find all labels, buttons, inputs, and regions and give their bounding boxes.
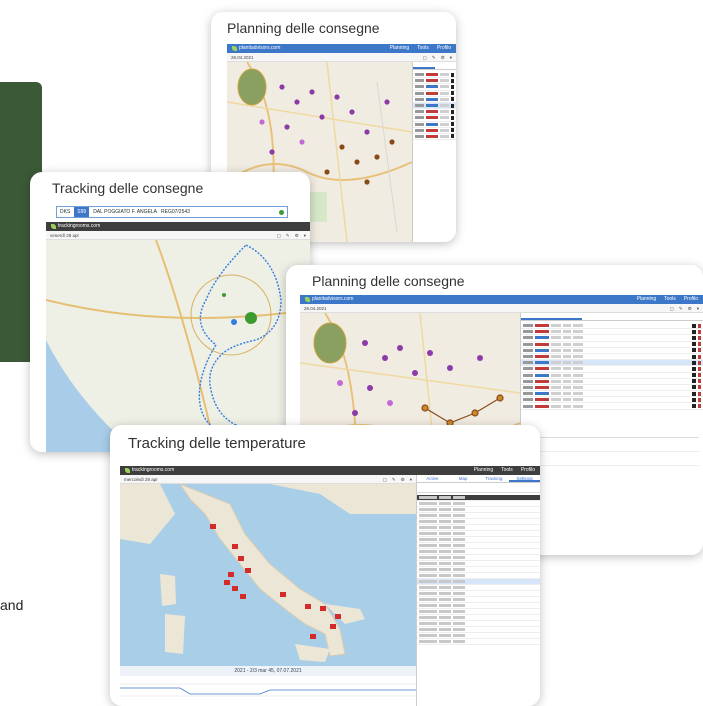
sensor-row[interactable] [417, 639, 540, 645]
menu-item[interactable]: Planning [637, 295, 656, 304]
map-toolbar: mercoledì 28 apr ▢ ✎ ⚙ ▾ [120, 475, 416, 484]
map-toolbar: 26.04.2021 ▢ ✎ ⚙ ▾ [300, 304, 703, 313]
tracking-temperature-card[interactable]: Tracking delle temperature trackingrooms… [110, 425, 540, 706]
status-dot-icon [279, 209, 284, 215]
app-name: planitadvisors.com [312, 296, 354, 302]
route-map[interactable] [46, 240, 310, 452]
tab[interactable]: Tracking [479, 475, 510, 482]
app-header: trackingrooms.com [46, 222, 310, 231]
tab[interactable]: Map [448, 475, 479, 482]
footer-date: 2021 - 2/3 mar 45, 07.07.2021 [234, 668, 302, 674]
app-menu: Planning Tools Profilo [390, 44, 451, 53]
leaf-logo-icon [232, 46, 237, 51]
card-title: Planning delle consegne [312, 273, 465, 289]
order-list [521, 321, 703, 410]
search-chip: DAL POGGIATO F. ANGELA [93, 209, 158, 215]
order-list [413, 70, 456, 141]
menu-item[interactable]: Tools [501, 466, 513, 475]
map-tools[interactable]: ▢ ✎ ⚙ ▾ [383, 475, 412, 483]
order-row[interactable] [413, 134, 456, 141]
app-menu: Planning Tools Profilo [474, 466, 535, 475]
menu-item[interactable]: Profilo [521, 466, 535, 475]
menu-item[interactable]: Planning [390, 44, 409, 53]
temperature-chart [120, 676, 416, 706]
card-title: Tracking delle temperature [128, 435, 306, 452]
app-header: trackingrooms.com Planning Tools Profilo [120, 466, 540, 475]
app-menu: Planning Tools Profilo [637, 295, 698, 304]
app-name: trackingrooms.com [58, 223, 101, 229]
sidebar-tabs[interactable] [413, 62, 456, 70]
search-chip-active: S99 [74, 207, 90, 217]
leaf-logo-icon [125, 468, 130, 473]
menu-item[interactable]: Tools [417, 44, 429, 53]
menu-item[interactable]: Tools [664, 295, 676, 304]
search-chip: DKS [60, 209, 71, 215]
sensor-sidebar[interactable]: Active Map Tracking Settings [416, 475, 540, 706]
sensor-list [417, 493, 540, 645]
menu-item[interactable]: Profilo [437, 44, 451, 53]
map-toolbar: 26.04.2021 ▢ ✎ ⚙ ▾ [227, 53, 456, 62]
app-name: trackingrooms.com [132, 467, 175, 473]
area-marker [245, 312, 257, 324]
route-map-drawing [46, 240, 310, 452]
search-chip: REG07/2543 [161, 209, 190, 215]
map-tools[interactable]: ▢ ✎ ⚙ ▾ [277, 231, 306, 239]
tracking-deliveries-card[interactable]: Tracking delle consegne DKS S99 DAL POGG… [30, 172, 310, 452]
sidebar-tabs[interactable] [521, 313, 703, 321]
collage: and Planning delle consegne planitadviso… [0, 0, 703, 706]
app-header: planitadvisors.com Planning Tools Profil… [300, 295, 703, 304]
app-name: planitadvisors.com [239, 45, 281, 51]
leaf-logo-icon [305, 297, 310, 302]
map-toolbar: venerdì 28 apr ▢ ✎ ⚙ ▾ [46, 231, 310, 240]
date-label: 26.04.2021 [231, 55, 254, 60]
leaf-logo-icon [51, 224, 56, 229]
footer-bar: 2021 - 2/3 mar 45, 07.07.2021 [120, 666, 416, 676]
order-sidebar[interactable] [520, 313, 703, 555]
map-tools[interactable]: ▢ ✎ ⚙ ▾ [423, 53, 452, 61]
app-header: planitadvisors.com Planning Tools Profil… [227, 44, 456, 53]
tab[interactable]: Settings [509, 475, 540, 482]
italy-map[interactable] [120, 484, 416, 666]
map-tools[interactable]: ▢ ✎ ⚙ ▾ [670, 304, 699, 312]
order-sidebar[interactable] [412, 62, 456, 242]
menu-item[interactable]: Planning [474, 466, 493, 475]
card-title: Tracking delle consegne [52, 180, 204, 196]
sidebar-tabs[interactable]: Active Map Tracking Settings [417, 475, 540, 483]
date-label: mercoledì 28 apr [124, 477, 158, 482]
date-label: 26.04.2021 [304, 306, 327, 311]
vehicle-search-bar[interactable]: DKS S99 DAL POGGIATO F. ANGELA REG07/254… [56, 206, 288, 218]
tab[interactable]: Active [417, 475, 448, 482]
stray-text: and [0, 597, 24, 613]
vehicle-summary [521, 428, 703, 480]
card-title: Planning delle consegne [227, 20, 380, 36]
date-label: venerdì 28 apr [50, 233, 80, 238]
menu-item[interactable]: Profilo [684, 295, 698, 304]
italy-map-drawing [120, 484, 416, 666]
order-row[interactable] [521, 403, 703, 410]
